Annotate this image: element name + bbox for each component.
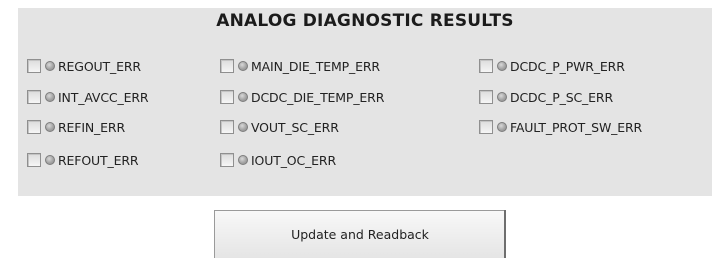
diag-label: DCDC_P_SC_ERR xyxy=(510,89,613,105)
button-edge-shadow xyxy=(504,210,506,258)
diag-item-dcdc-p-sc-err: DCDC_P_SC_ERR xyxy=(479,87,613,107)
checkbox-icon[interactable] xyxy=(220,90,234,104)
diag-item-vout-sc-err: VOUT_SC_ERR xyxy=(220,117,339,137)
diag-label: REGOUT_ERR xyxy=(58,58,141,74)
led-indicator-icon xyxy=(238,122,248,132)
led-indicator-icon xyxy=(45,92,55,102)
checkbox-icon[interactable] xyxy=(220,120,234,134)
diag-label: DCDC_DIE_TEMP_ERR xyxy=(251,89,385,105)
diag-label: IOUT_OC_ERR xyxy=(251,152,336,168)
diag-item-dcdc-die-temp-err: DCDC_DIE_TEMP_ERR xyxy=(220,87,384,107)
led-indicator-icon xyxy=(238,92,248,102)
diag-item-main-die-temp-err: MAIN_DIE_TEMP_ERR xyxy=(220,56,380,76)
led-indicator-icon xyxy=(45,122,55,132)
diag-item-int-avcc-err: INT_AVCC_ERR xyxy=(27,87,149,107)
checkbox-icon[interactable] xyxy=(479,120,493,134)
checkbox-icon[interactable] xyxy=(479,90,493,104)
checkbox-icon[interactable] xyxy=(220,59,234,73)
checkbox-icon[interactable] xyxy=(27,120,41,134)
update-and-readback-button[interactable]: Update and Readback xyxy=(214,210,506,258)
led-indicator-icon xyxy=(45,61,55,71)
diag-label: REFIN_ERR xyxy=(58,119,125,135)
led-indicator-icon xyxy=(238,155,248,165)
diag-label: INT_AVCC_ERR xyxy=(58,89,149,105)
led-indicator-icon xyxy=(45,155,55,165)
diag-label: VOUT_SC_ERR xyxy=(251,119,339,135)
checkbox-icon[interactable] xyxy=(27,153,41,167)
diag-item-iout-oc-err: IOUT_OC_ERR xyxy=(220,150,336,170)
led-indicator-icon xyxy=(497,122,507,132)
checkbox-icon[interactable] xyxy=(27,90,41,104)
diag-label: FAULT_PROT_SW_ERR xyxy=(510,119,643,135)
diag-item-fault-prot-sw-err: FAULT_PROT_SW_ERR xyxy=(479,117,642,137)
checkbox-icon[interactable] xyxy=(27,59,41,73)
diag-item-regout-err: REGOUT_ERR xyxy=(27,56,141,76)
diag-label: DCDC_P_PWR_ERR xyxy=(510,58,625,74)
diag-label: REFOUT_ERR xyxy=(58,152,139,168)
diag-item-dcdc-p-pwr-err: DCDC_P_PWR_ERR xyxy=(479,56,625,76)
diag-item-refin-err: REFIN_ERR xyxy=(27,117,125,137)
checkbox-icon[interactable] xyxy=(220,153,234,167)
led-indicator-icon xyxy=(238,61,248,71)
panel-title: ANALOG DIAGNOSTIC RESULTS xyxy=(216,11,514,31)
led-indicator-icon xyxy=(497,92,507,102)
checkbox-icon[interactable] xyxy=(479,59,493,73)
diag-label: MAIN_DIE_TEMP_ERR xyxy=(251,58,380,74)
diag-item-refout-err: REFOUT_ERR xyxy=(27,150,139,170)
led-indicator-icon xyxy=(497,61,507,71)
